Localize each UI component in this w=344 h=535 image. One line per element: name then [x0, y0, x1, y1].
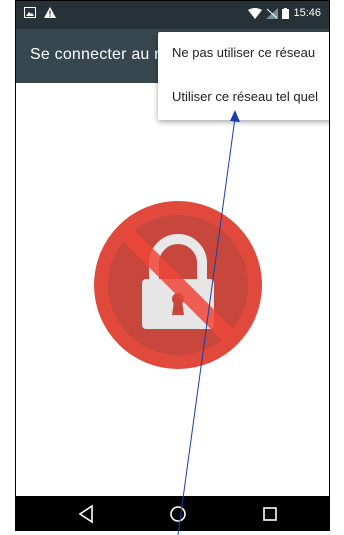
- no-sim-icon: [266, 7, 279, 19]
- overflow-menu: Ne pas utiliser ce réseau Utiliser ce ré…: [158, 32, 329, 120]
- blocked-lock-icon: [94, 201, 262, 369]
- wifi-icon: [248, 7, 263, 19]
- status-time: 15:46: [293, 7, 321, 19]
- menu-item-dont-use-network[interactable]: Ne pas utiliser ce réseau: [158, 32, 329, 74]
- back-icon[interactable]: [74, 502, 98, 526]
- main-content: [16, 83, 329, 496]
- phone-screen: 15:46 Se connecter au r Ne pas utiliser …: [15, 0, 330, 531]
- navigation-bar: [16, 496, 329, 530]
- home-icon[interactable]: [166, 502, 190, 526]
- warning-icon: [44, 7, 56, 18]
- menu-item-use-network-as-is[interactable]: Utiliser ce réseau tel quel: [158, 76, 329, 118]
- battery-icon: [282, 7, 290, 19]
- status-bar: 15:46: [16, 1, 329, 29]
- image-icon: [24, 7, 36, 18]
- recents-icon[interactable]: [258, 502, 282, 526]
